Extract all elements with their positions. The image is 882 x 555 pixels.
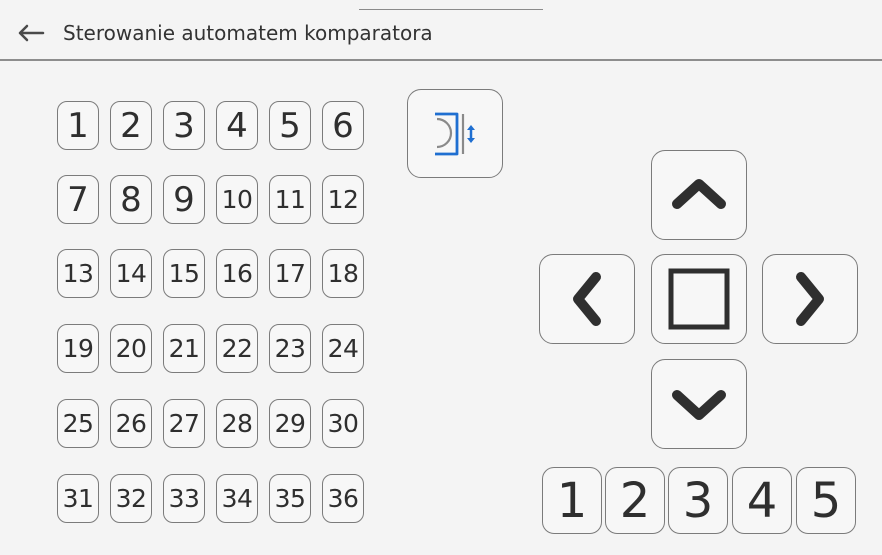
position-button-17[interactable]: 17 <box>269 249 311 298</box>
move-right-button[interactable] <box>762 254 858 344</box>
position-button-34[interactable]: 34 <box>216 474 258 523</box>
position-button-4[interactable]: 4 <box>216 101 258 150</box>
position-button-10[interactable]: 10 <box>216 175 258 224</box>
move-up-button[interactable] <box>651 150 747 240</box>
position-button-27[interactable]: 27 <box>163 399 205 448</box>
position-button-11[interactable]: 11 <box>269 175 311 224</box>
page-title: Sterowanie automatem komparatora <box>63 21 433 45</box>
gripper-vertical-move-icon <box>435 112 475 155</box>
position-button-7[interactable]: 7 <box>57 175 99 224</box>
position-button-6[interactable]: 6 <box>322 101 364 150</box>
position-button-19[interactable]: 19 <box>57 324 99 373</box>
position-button-31[interactable]: 31 <box>57 474 99 523</box>
position-button-36[interactable]: 36 <box>322 474 364 523</box>
arrow-left-icon <box>18 24 45 42</box>
position-button-23[interactable]: 23 <box>269 324 311 373</box>
position-button-29[interactable]: 29 <box>269 399 311 448</box>
station-button-4[interactable]: 4 <box>732 467 792 534</box>
position-button-21[interactable]: 21 <box>163 324 205 373</box>
station-button-5[interactable]: 5 <box>796 467 856 534</box>
position-button-35[interactable]: 35 <box>269 474 311 523</box>
position-button-3[interactable]: 3 <box>163 101 205 150</box>
chevron-down-icon <box>672 390 726 420</box>
station-button-3[interactable]: 3 <box>668 467 728 534</box>
position-button-32[interactable]: 32 <box>110 474 152 523</box>
position-button-12[interactable]: 12 <box>322 175 364 224</box>
gripper-control-button[interactable] <box>407 89 503 178</box>
position-button-9[interactable]: 9 <box>163 175 205 224</box>
position-button-15[interactable]: 15 <box>163 249 205 298</box>
page-header: Sterowanie automatem komparatora <box>0 10 882 61</box>
position-button-2[interactable]: 2 <box>110 101 152 150</box>
station-button-2[interactable]: 2 <box>605 467 665 534</box>
chevron-up-icon <box>672 179 726 209</box>
position-button-5[interactable]: 5 <box>269 101 311 150</box>
position-button-25[interactable]: 25 <box>57 399 99 448</box>
move-down-button[interactable] <box>651 359 747 449</box>
position-button-14[interactable]: 14 <box>110 249 152 298</box>
position-button-8[interactable]: 8 <box>110 175 152 224</box>
station-button-1[interactable]: 1 <box>542 467 602 534</box>
move-left-button[interactable] <box>539 254 635 344</box>
position-button-16[interactable]: 16 <box>216 249 258 298</box>
position-button-13[interactable]: 13 <box>57 249 99 298</box>
position-button-1[interactable]: 1 <box>57 101 99 150</box>
position-button-20[interactable]: 20 <box>110 324 152 373</box>
position-button-26[interactable]: 26 <box>110 399 152 448</box>
position-button-24[interactable]: 24 <box>322 324 364 373</box>
position-button-28[interactable]: 28 <box>216 399 258 448</box>
position-button-33[interactable]: 33 <box>163 474 205 523</box>
back-button[interactable] <box>14 18 48 48</box>
chevron-left-icon <box>573 272 601 326</box>
chevron-right-icon <box>796 272 824 326</box>
square-stop-icon <box>668 268 730 330</box>
position-button-18[interactable]: 18 <box>322 249 364 298</box>
position-button-22[interactable]: 22 <box>216 324 258 373</box>
stop-button[interactable] <box>651 254 747 344</box>
position-button-30[interactable]: 30 <box>322 399 364 448</box>
